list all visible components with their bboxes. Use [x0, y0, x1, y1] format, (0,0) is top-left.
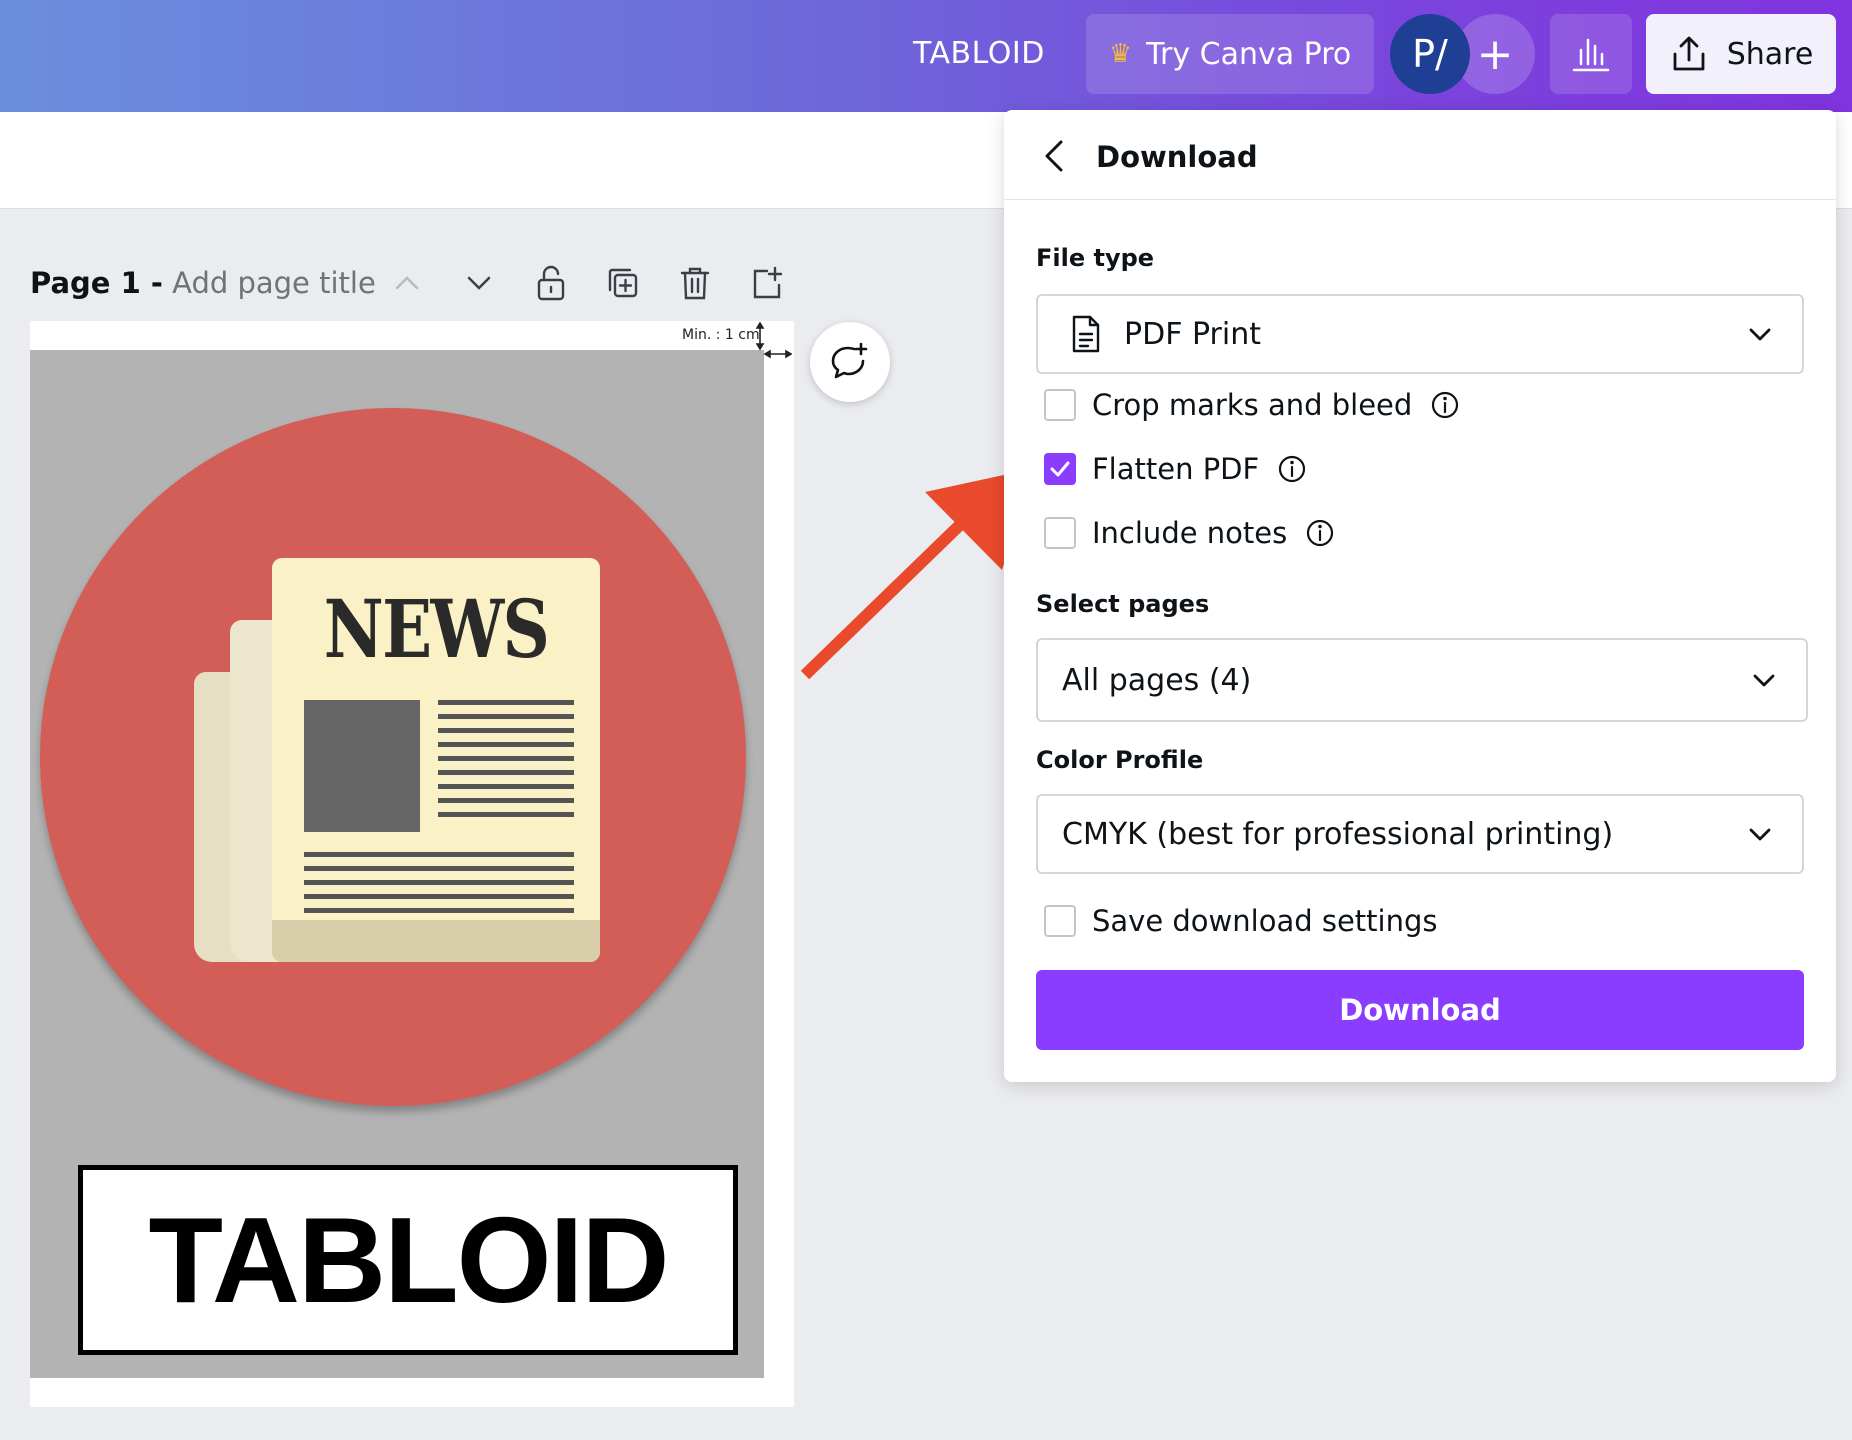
chevron-down-icon: [1749, 328, 1771, 341]
try-canva-pro-label: Try Canva Pro: [1146, 36, 1352, 72]
checkmark-icon: [1050, 461, 1070, 477]
newspaper-body-lines: [304, 852, 574, 922]
add-page-icon: [753, 266, 783, 299]
share-label: Share: [1726, 36, 1814, 72]
newspaper-fold-shadow: [272, 920, 600, 962]
margin-guide-label: Min. : 1 cm: [682, 327, 760, 343]
select-pages-value: All pages (4): [1062, 662, 1252, 698]
avatar[interactable]: P/: [1390, 14, 1470, 94]
crown-icon: ♛: [1108, 39, 1133, 69]
delete-page-button[interactable]: [676, 264, 714, 302]
color-profile-value: CMYK (best for professional printing): [1062, 816, 1614, 852]
move-page-down-button[interactable]: [460, 264, 498, 302]
select-pages-label: Select pages: [1036, 590, 1210, 618]
news-headline-text: NEWS: [323, 582, 550, 676]
crop-marks-option[interactable]: Crop marks and bleed: [1044, 388, 1460, 422]
duplicate-icon: [608, 268, 638, 298]
select-pages-select[interactable]: All pages (4): [1036, 638, 1808, 722]
newspaper-graphic[interactable]: NEWS: [272, 558, 600, 962]
chevron-down-icon: [1753, 674, 1775, 687]
chevron-down-icon: [1749, 828, 1771, 841]
panel-header: Download: [1004, 110, 1836, 200]
save-settings-option[interactable]: Save download settings: [1044, 904, 1438, 938]
info-icon[interactable]: [1277, 454, 1307, 484]
file-type-value: PDF Print: [1124, 316, 1261, 352]
color-profile-label: Color Profile: [1036, 746, 1204, 774]
annotation-arrow-icon: [800, 468, 1036, 680]
upload-icon: [1673, 36, 1705, 71]
info-icon[interactable]: [1305, 518, 1335, 548]
analytics-button[interactable]: [1550, 14, 1632, 94]
page-header: Page 1 - Add page title: [30, 266, 376, 300]
document-title[interactable]: TABLOID: [913, 36, 1045, 71]
chevron-up-icon: [395, 276, 419, 290]
crop-marks-checkbox[interactable]: [1044, 389, 1076, 421]
tabloid-heading: TABLOID: [148, 1192, 669, 1328]
lock-page-button[interactable]: [532, 264, 570, 302]
newspaper-column-lines: [438, 700, 574, 826]
flatten-pdf-option[interactable]: Flatten PDF: [1044, 452, 1307, 486]
comment-plus-icon: [831, 342, 868, 379]
save-settings-label: Save download settings: [1092, 904, 1438, 938]
duplicate-page-button[interactable]: [604, 264, 642, 302]
trash-icon: [680, 267, 710, 300]
chevron-left-icon: [1045, 140, 1063, 172]
newspaper-photo-block: [304, 700, 420, 832]
add-comment-button[interactable]: [810, 322, 890, 402]
document-icon: [1072, 315, 1100, 353]
info-icon[interactable]: [1430, 390, 1460, 420]
include-notes-label: Include notes: [1092, 516, 1288, 550]
back-button[interactable]: [1034, 134, 1074, 178]
add-page-button[interactable]: [748, 264, 786, 302]
page-title-input[interactable]: Add page title: [172, 266, 376, 300]
margin-arrows-icon: [755, 322, 792, 359]
page-number: Page 1 -: [30, 266, 163, 300]
download-panel: Download File type PDF Print Crop marks …: [1004, 110, 1836, 1082]
include-notes-option[interactable]: Include notes: [1044, 516, 1335, 550]
plus-icon: +: [1476, 28, 1514, 80]
save-settings-checkbox[interactable]: [1044, 905, 1076, 937]
file-type-label: File type: [1036, 244, 1155, 272]
share-button[interactable]: Share: [1646, 14, 1836, 94]
crop-marks-label: Crop marks and bleed: [1092, 388, 1413, 422]
try-canva-pro-button[interactable]: ♛ Try Canva Pro: [1086, 14, 1374, 94]
download-button[interactable]: Download: [1036, 970, 1804, 1050]
bar-chart-icon: [1572, 38, 1610, 72]
include-notes-checkbox[interactable]: [1044, 517, 1076, 549]
flatten-pdf-label: Flatten PDF: [1092, 452, 1260, 486]
flatten-pdf-checkbox[interactable]: [1044, 453, 1076, 485]
unlock-icon: [537, 265, 565, 301]
chevron-down-icon: [467, 276, 491, 290]
tabloid-text-box[interactable]: TABLOID: [78, 1165, 738, 1355]
color-profile-select[interactable]: CMYK (best for professional printing): [1036, 794, 1804, 874]
move-page-up-button[interactable]: [388, 264, 426, 302]
file-type-select[interactable]: PDF Print: [1036, 294, 1804, 374]
panel-title: Download: [1096, 140, 1258, 174]
top-bar: TABLOID ♛ Try Canva Pro + P/ Share: [0, 0, 1852, 112]
